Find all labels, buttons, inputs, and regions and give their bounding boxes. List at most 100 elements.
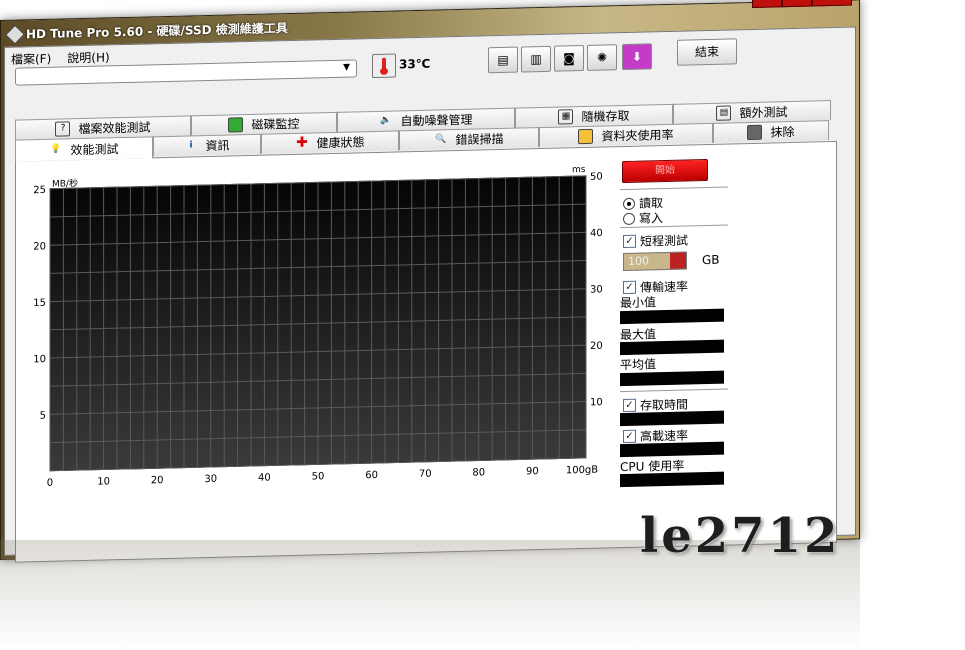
tab-benchmark[interactable]: 💡 效能測試	[15, 136, 153, 162]
client-area: 檔案(F) 說明(H) ▼ 33℃ ▤ ▥ ◙ ✺ ⬇ 結束 ? 檔案效能測試 磁…	[4, 26, 856, 563]
tab-label: 磁碟監控	[251, 116, 300, 132]
app-window: HD Tune Pro 5.60 - 硬碟/SSD 檢測維護工具 檔案(F) 說…	[0, 0, 860, 563]
gb-value: 100	[628, 254, 649, 268]
gb-stepper[interactable]: 100	[623, 251, 687, 272]
tab-label: 資訊	[205, 138, 230, 154]
checkbox[interactable]: ✓	[623, 429, 636, 444]
x-tick-label: 50	[312, 471, 325, 482]
tab-info[interactable]: i 資訊	[153, 133, 261, 157]
tab-folder-usage[interactable]: 資料夾使用率	[539, 122, 713, 148]
checkbox[interactable]: ✓	[623, 280, 636, 295]
menu-help[interactable]: 說明(H)	[67, 48, 109, 66]
thermometer-icon	[372, 53, 396, 79]
min-value	[620, 308, 724, 325]
screenshot-icon: ◙	[563, 51, 575, 66]
y-right-tick-label: 50	[590, 172, 603, 183]
separator	[620, 186, 728, 191]
tab-label: 隨機存取	[581, 108, 630, 125]
separator	[620, 388, 728, 393]
folder-usage-icon	[578, 128, 594, 145]
tab-label: 額外測試	[739, 105, 788, 121]
y-left-axis-label: MB/秒	[52, 177, 78, 190]
exit-button[interactable]: 結束	[677, 38, 737, 66]
temperature-readout: 33℃	[399, 56, 431, 72]
tab-label: 自動噪聲管理	[400, 112, 473, 129]
write-label: 寫入	[639, 211, 664, 226]
minimize-button[interactable]: ▬	[752, 0, 782, 8]
burst-rate-value	[620, 441, 724, 458]
y-left-tick-label: 5	[40, 410, 46, 421]
x-tick-label: 100gB	[566, 465, 598, 477]
options-button[interactable]: ✺	[587, 44, 617, 71]
app-icon	[5, 24, 25, 45]
checkbox[interactable]: ✓	[623, 234, 636, 249]
x-tick-label: 60	[365, 470, 378, 481]
tab-label: 健康狀態	[316, 135, 365, 151]
tab-health[interactable]: ✚ 健康狀態	[261, 130, 399, 154]
copy-text-button[interactable]: ▤	[488, 46, 518, 74]
copy-text-icon: ▤	[497, 52, 509, 68]
maximize-button[interactable]: ❐	[782, 0, 812, 8]
y-right-tick-label: 30	[590, 284, 603, 295]
gb-unit: GB	[702, 252, 720, 268]
disk-monitor-icon	[228, 117, 244, 133]
tab-label: 資料夾使用率	[601, 127, 674, 144]
tab-label: 抹除	[770, 124, 795, 140]
copy-info-icon: ▥	[530, 51, 542, 67]
tab-erase[interactable]: 抹除	[713, 120, 829, 143]
avg-value	[620, 370, 724, 387]
benchmark-chart: 0 10 20 30 40 50 60 70 80 90 100gB 25 20 15 10 5 50 40 30 2…	[33, 165, 603, 489]
write-radio[interactable]: 寫入	[623, 209, 663, 227]
stepper-arrows-icon[interactable]	[670, 252, 686, 269]
radio-button[interactable]	[623, 197, 635, 210]
x-tick-label: 40	[258, 473, 271, 484]
min-label: 最小值	[620, 295, 657, 311]
options-icon: ✺	[596, 50, 608, 65]
benchmark-panel: 0 10 20 30 40 50 60 70 80 90 100gB 25 20 15 10 5 50 40 30 2…	[15, 140, 837, 563]
y-right-axis-label: ms	[572, 165, 586, 175]
start-button[interactable]: 開始	[622, 159, 708, 184]
y-left-tick-label: 20	[33, 241, 46, 252]
x-tick-label: 80	[472, 467, 485, 478]
screenshot-button[interactable]: ◙	[554, 44, 584, 72]
access-time-value	[620, 410, 724, 427]
tab-label: 檔案效能測試	[78, 120, 151, 137]
y-left-tick-label: 25	[33, 185, 46, 196]
window-title: HD Tune Pro 5.60 - 硬碟/SSD 檢測維護工具	[26, 21, 288, 42]
x-tick-label: 70	[419, 469, 432, 480]
x-tick-label: 0	[47, 478, 53, 489]
short-test-label: 短程測試	[640, 233, 689, 249]
x-tick-label: 20	[151, 475, 164, 486]
y-right-tick-label: 40	[590, 228, 603, 239]
y-right-tick-label: 20	[590, 341, 603, 352]
checkbox[interactable]: ✓	[623, 398, 636, 413]
info-icon: i	[189, 140, 193, 151]
short-test-checkbox[interactable]: ✓ 短程測試	[623, 231, 688, 250]
max-value	[620, 339, 724, 356]
error-scan-icon: 🔍	[435, 134, 447, 145]
menu-file[interactable]: 檔案(F)	[11, 50, 51, 68]
file-benchmark-icon: ?	[55, 121, 71, 137]
watermark: le2712	[640, 508, 841, 564]
y-left-tick-label: 10	[33, 354, 46, 365]
tab-error-scan[interactable]: 🔍 錯誤掃描	[399, 127, 539, 151]
cpu-usage-value	[620, 471, 724, 488]
chevron-down-icon: ▼	[343, 62, 350, 73]
radio-button[interactable]	[623, 212, 635, 225]
download-icon: ⬇	[631, 49, 643, 64]
x-tick-label: 30	[204, 474, 217, 485]
copy-info-button[interactable]: ▥	[521, 45, 551, 73]
erase-icon	[747, 124, 763, 141]
tab-label: 錯誤掃描	[455, 131, 504, 148]
speaker-icon: 🔈	[380, 115, 392, 126]
y-left-tick-label: 15	[33, 298, 46, 309]
y-right-tick-label: 10	[590, 397, 603, 408]
x-tick-label: 10	[97, 476, 110, 487]
extra-tests-icon: ▤	[716, 105, 732, 121]
close-button[interactable]: ✕	[812, 0, 852, 7]
avg-label: 平均值	[620, 357, 657, 373]
x-tick-label: 90	[526, 466, 539, 477]
benchmark-icon: 💡	[50, 144, 62, 155]
download-button[interactable]: ⬇	[622, 43, 652, 71]
random-access-icon: ▦	[558, 109, 574, 125]
